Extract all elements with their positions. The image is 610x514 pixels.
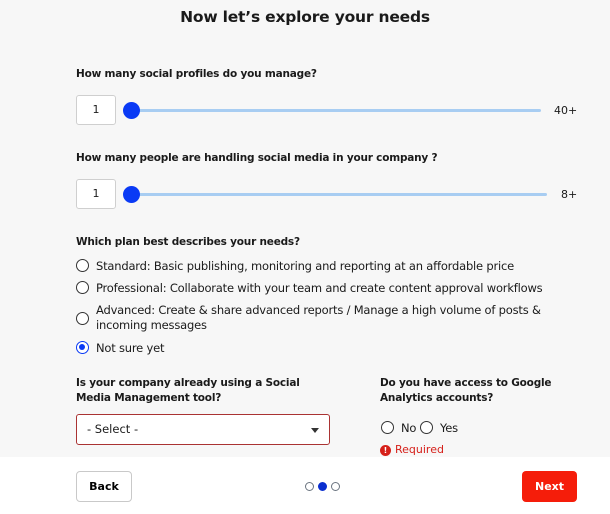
page-title: Now let’s explore your needs [180,8,430,26]
analytics-option-label: Yes [440,421,458,435]
analytics-option-yes[interactable]: Yes [420,421,458,435]
analytics-question-line1: Do you have access to Google [380,377,552,389]
profiles-slider-track[interactable] [131,109,541,112]
tool-question-line1: Is your company already using a Social [76,377,300,389]
plan-option-standard[interactable]: Standard: Basic publishing, monitoring a… [76,259,514,273]
plan-option-label: Advanced: Create & share advanced report… [96,303,541,317]
tool-question-line2: Media Management tool? [76,392,222,404]
people-slider-track[interactable] [131,193,547,196]
plan-question-label: Which plan best describes your needs? [76,236,300,248]
error-icon: ! [380,444,391,456]
people-slider-max-label: 8+ [561,188,578,201]
people-slider-thumb[interactable] [123,186,140,203]
chevron-down-icon [311,428,319,433]
next-button[interactable]: Next [522,471,577,502]
plan-option-label: Standard: Basic publishing, monitoring a… [96,259,514,273]
radio-icon[interactable] [76,259,89,272]
analytics-error: ! Required [380,443,444,456]
tool-select-value: - Select - [87,422,139,436]
radio-icon[interactable] [420,421,433,434]
profiles-slider-max-label: 40+ [554,104,578,117]
footer-bar: Back Next [0,457,610,514]
step-dot-1 [305,482,314,491]
analytics-option-label: No [401,421,417,435]
analytics-question-label: Do you have access to Google Analytics a… [380,376,552,406]
plan-option-label: Not sure yet [96,341,165,355]
step-indicator [305,482,340,491]
tool-select[interactable]: - Select - [76,414,330,445]
analytics-error-text: Required [395,443,444,456]
people-count-input[interactable]: 1 [76,179,116,209]
analytics-question-line2: Analytics accounts? [380,392,494,404]
plan-option-professional[interactable]: Professional: Collaborate with your team… [76,281,543,295]
profiles-slider-thumb[interactable] [123,102,140,119]
radio-icon[interactable] [76,312,89,325]
tool-question-label: Is your company already using a Social M… [76,376,300,406]
people-question-label: How many people are handling social medi… [76,152,438,164]
plan-option-label-cont: incoming messages [96,318,207,332]
plan-option-label: Professional: Collaborate with your team… [96,281,543,295]
step-dot-3 [331,482,340,491]
radio-icon[interactable] [381,421,394,434]
profiles-question-label: How many social profiles do you manage? [76,68,317,80]
back-button[interactable]: Back [76,471,132,502]
radio-icon[interactable] [76,281,89,294]
radio-checked-icon[interactable] [76,341,89,354]
analytics-option-no[interactable]: No [381,421,416,435]
profiles-count-input[interactable]: 1 [76,95,116,125]
step-dot-2-active [318,482,327,491]
plan-option-not-sure[interactable]: Not sure yet [76,341,164,355]
plan-option-advanced[interactable]: Advanced: Create & share advanced report… [76,303,541,333]
